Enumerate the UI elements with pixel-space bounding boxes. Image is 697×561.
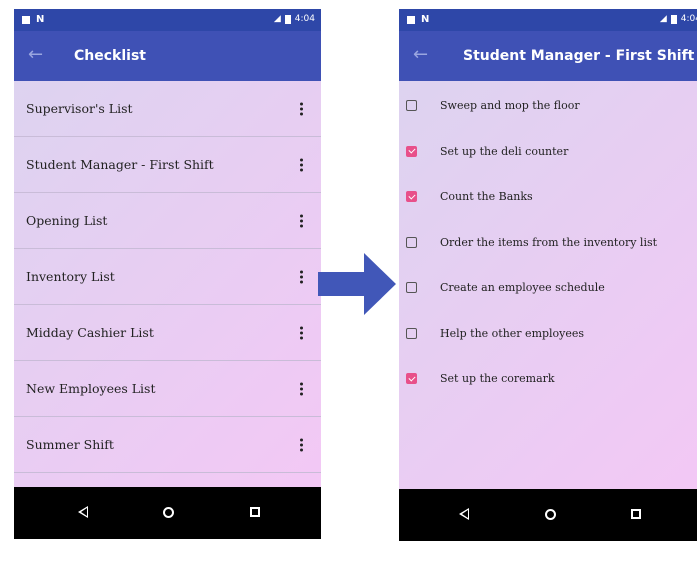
arrow-left-icon[interactable]: ← [413, 44, 428, 65]
list-item-label: New Employees List [26, 381, 156, 396]
task-label: Create an employee schedule [440, 281, 605, 295]
task-label: Help the other employees [440, 326, 585, 340]
task-item[interactable]: Create an employee schedule [399, 265, 697, 311]
list-item[interactable]: Summer Shift [14, 417, 321, 473]
notification-icon [22, 15, 30, 24]
nfc-icon: N [36, 14, 45, 25]
arrow-left-icon[interactable]: ← [28, 44, 43, 65]
battery-icon [284, 14, 291, 24]
list-item[interactable]: Supervisor's List [14, 81, 321, 137]
task-item[interactable]: Sweep and mop the floor [399, 83, 697, 129]
checkbox[interactable] [406, 236, 417, 248]
status-bar: N ◢ 4:04 [14, 9, 321, 31]
checkbox-checked[interactable] [406, 145, 417, 157]
checkbox-checked[interactable] [406, 191, 417, 203]
nav-home-icon[interactable] [545, 509, 556, 520]
page-title: Student Manager - First Shift [463, 48, 695, 64]
list-item-label: Midday Cashier List [26, 325, 154, 340]
nav-recent-icon[interactable] [250, 507, 260, 517]
checkbox[interactable] [406, 100, 417, 112]
nav-home-icon[interactable] [163, 507, 174, 518]
notification-icon [407, 15, 415, 24]
signal-icon: ◢ [273, 14, 281, 24]
task-label: Set up the coremark [440, 372, 555, 386]
task-list: Sweep and mop the floor Set up the deli … [399, 81, 697, 489]
task-item[interactable]: Help the other employees [399, 311, 697, 357]
app-bar: ← Checklist [14, 31, 321, 81]
task-label: Sweep and mop the floor [440, 99, 580, 113]
list-item-label: Student Manager - First Shift [26, 157, 214, 172]
list-item-label: Inventory List [26, 269, 115, 284]
checkbox[interactable] [406, 327, 417, 339]
task-list-screen: N ◢ 4:04 ← Student Manager - First Shift… [399, 9, 697, 560]
navigation-bar [399, 489, 697, 541]
page-title: Checklist [74, 48, 146, 64]
task-label: Count the Banks [440, 190, 533, 204]
task-label: Order the items from the inventory list [440, 235, 658, 249]
list-item-label: Supervisor's List [26, 101, 133, 116]
app-bar: ← Student Manager - First Shift [399, 31, 697, 81]
more-vert-icon[interactable] [300, 102, 303, 115]
more-vert-icon[interactable] [300, 270, 303, 283]
checklist-list: Supervisor's List Student Manager - Firs… [14, 81, 321, 487]
more-vert-icon[interactable] [300, 326, 303, 339]
status-bar: N ◢ 4:04 [399, 9, 697, 31]
list-item[interactable]: Midday Cashier List [14, 305, 321, 361]
more-vert-icon[interactable] [300, 158, 303, 171]
task-item[interactable]: Count the Banks [399, 174, 697, 220]
arrow-right-icon [318, 253, 396, 315]
battery-icon [670, 14, 677, 24]
task-item[interactable]: Order the items from the inventory list [399, 220, 697, 266]
checkbox-checked[interactable] [406, 373, 417, 385]
status-time: 4:04 [294, 14, 315, 24]
list-item-label: Summer Shift [26, 437, 114, 452]
checklist-screen: N ◢ 4:04 ← Checklist Supervisor's List S… [14, 9, 321, 560]
list-item[interactable]: New Employees List [14, 361, 321, 417]
list-item[interactable]: Opening List [14, 193, 321, 249]
task-label: Set up the deli counter [440, 144, 569, 158]
more-vert-icon[interactable] [300, 438, 303, 451]
more-vert-icon[interactable] [300, 382, 303, 395]
list-item[interactable]: Student Manager - First Shift [14, 137, 321, 193]
task-item[interactable]: Set up the deli counter [399, 129, 697, 175]
list-item-label: Opening List [26, 213, 108, 228]
more-vert-icon[interactable] [300, 214, 303, 227]
task-item[interactable]: Set up the coremark [399, 356, 697, 402]
signal-icon: ◢ [659, 14, 667, 24]
list-item[interactable]: Inventory List [14, 249, 321, 305]
navigation-bar [14, 487, 321, 539]
nfc-icon: N [421, 14, 430, 25]
status-time: 4:04 [680, 14, 697, 24]
checkbox[interactable] [406, 282, 417, 294]
nav-recent-icon[interactable] [631, 509, 641, 519]
